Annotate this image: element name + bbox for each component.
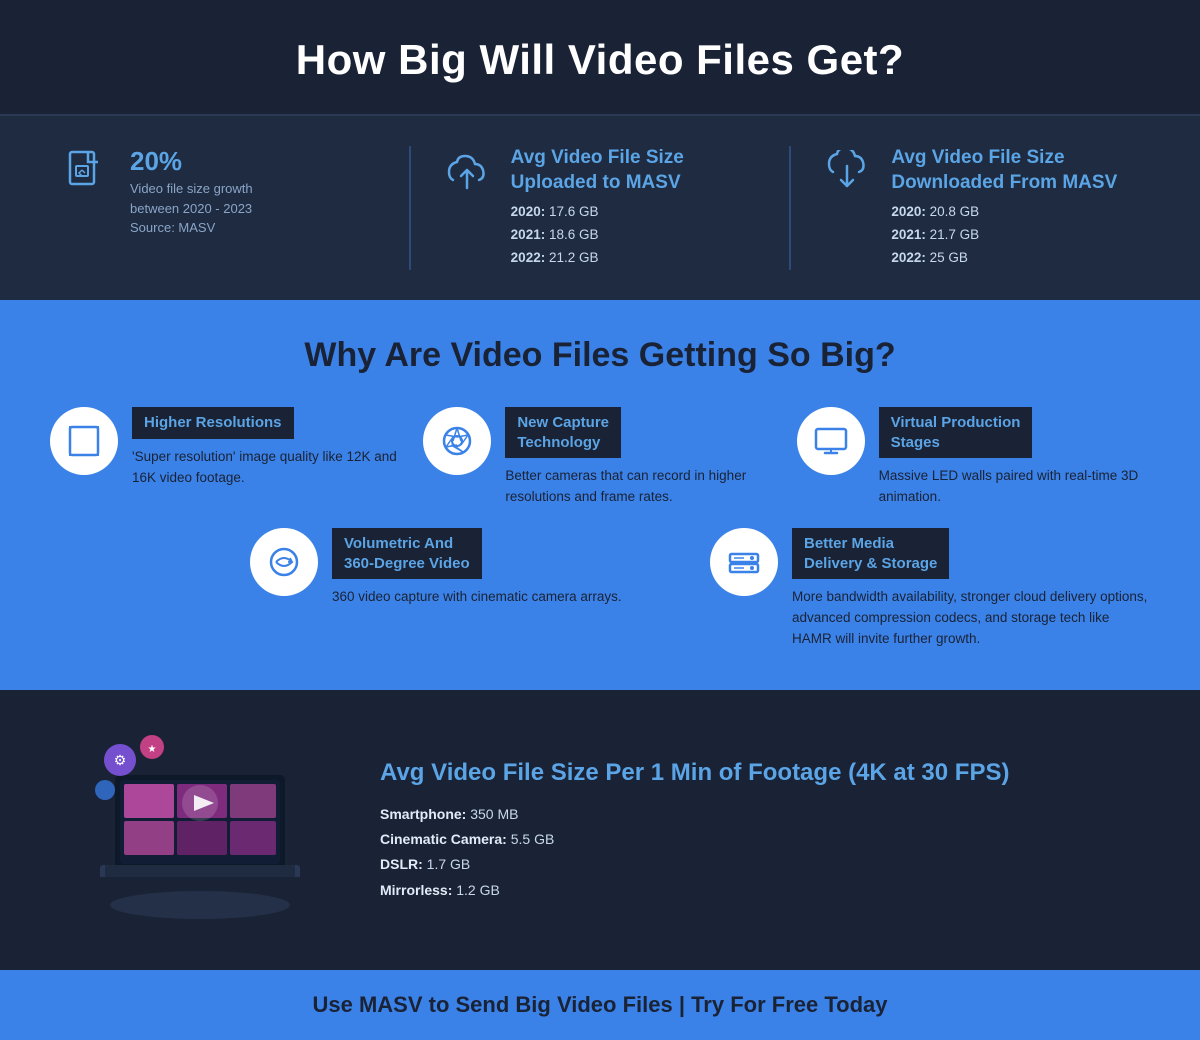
download-icon	[821, 146, 873, 198]
volumetric-icon-circle	[250, 528, 318, 596]
higher-res-badge: Higher Resolutions	[132, 407, 294, 439]
page-title: How Big Will Video Files Get?	[60, 36, 1140, 84]
uploaded-text: Avg Video File Size Uploaded to MASV 202…	[511, 146, 684, 270]
why-item-higher-res: Higher Resolutions 'Super resolution' im…	[50, 407, 403, 488]
higher-res-content: Higher Resolutions 'Super resolution' im…	[132, 407, 403, 488]
expand-icon	[66, 423, 102, 459]
volumetric-desc: 360 video capture with cinematic camera …	[332, 587, 622, 608]
bottom-row-smartphone: Smartphone: 350 MB	[380, 802, 1009, 827]
why-item-new-capture: New CaptureTechnology Better cameras tha…	[423, 407, 776, 508]
monitor-icon	[813, 423, 849, 459]
better-media-icon-circle	[710, 528, 778, 596]
bottom-text: Avg Video File Size Per 1 Min of Footage…	[380, 757, 1009, 903]
better-media-content: Better MediaDelivery & Storage More band…	[792, 528, 1150, 650]
stats-section: 20% Video file size growth between 2020 …	[0, 114, 1200, 300]
virtual-prod-icon-circle	[797, 407, 865, 475]
higher-res-desc: 'Super resolution' image quality like 12…	[132, 447, 403, 489]
new-capture-badge: New CaptureTechnology	[505, 407, 621, 458]
downloaded-rows: 2020: 20.8 GB 2021: 21.7 GB 2022: 25 GB	[891, 201, 1117, 270]
growth-text: 20% Video file size growth between 2020 …	[130, 146, 253, 238]
growth-percent: 20%	[130, 146, 253, 177]
why-item-virtual-prod: Virtual ProductionStages Massive LED wal…	[797, 407, 1150, 508]
volumetric-badge: Volumetric And360-Degree Video	[332, 528, 482, 579]
svg-text:★: ★	[148, 744, 157, 755]
downloaded-stat: Avg Video File Size Downloaded From MASV…	[791, 146, 1140, 270]
laptop-svg: ⚙ ★	[70, 735, 330, 925]
uploaded-title: Avg Video File Size Uploaded to MASV	[511, 146, 684, 195]
footer-text: Use MASV to Send Big Video Files | Try F…	[22, 992, 1178, 1018]
laptop-illustration: ⚙ ★	[60, 730, 340, 930]
new-capture-icon-circle	[423, 407, 491, 475]
footer-section: Use MASV to Send Big Video Files | Try F…	[0, 970, 1200, 1040]
aperture-icon	[439, 423, 475, 459]
why-item-volumetric: Volumetric And360-Degree Video 360 video…	[250, 528, 690, 608]
better-media-badge: Better MediaDelivery & Storage	[792, 528, 949, 579]
virtual-prod-content: Virtual ProductionStages Massive LED wal…	[879, 407, 1150, 508]
growth-stat: 20% Video file size growth between 2020 …	[60, 146, 409, 270]
new-capture-content: New CaptureTechnology Better cameras tha…	[505, 407, 776, 508]
header-section: How Big Will Video Files Get?	[0, 0, 1200, 114]
bottom-row-cinematic: Cinematic Camera: 5.5 GB	[380, 827, 1009, 852]
uploaded-stat: Avg Video File Size Uploaded to MASV 202…	[411, 146, 790, 270]
bottom-row-dslr: DSLR: 1.7 GB	[380, 852, 1009, 877]
downloaded-row-1: 2020: 20.8 GB	[891, 201, 1117, 224]
virtual-prod-desc: Massive LED walls paired with real-time …	[879, 466, 1150, 508]
downloaded-row-3: 2022: 25 GB	[891, 247, 1117, 270]
why-item-better-media: Better MediaDelivery & Storage More band…	[710, 528, 1150, 650]
uploaded-row-2: 2021: 18.6 GB	[511, 224, 684, 247]
uploaded-row-1: 2020: 17.6 GB	[511, 201, 684, 224]
better-media-desc: More bandwidth availability, stronger cl…	[792, 587, 1150, 650]
bottom-row-mirrorless: Mirrorless: 1.2 GB	[380, 878, 1009, 903]
new-capture-desc: Better cameras that can record in higher…	[505, 466, 776, 508]
growth-desc: Video file size growth between 2020 - 20…	[130, 179, 253, 238]
uploaded-rows: 2020: 17.6 GB 2021: 18.6 GB 2022: 21.2 G…	[511, 201, 684, 270]
uploaded-row-3: 2022: 21.2 GB	[511, 247, 684, 270]
volumetric-content: Volumetric And360-Degree Video 360 video…	[332, 528, 622, 608]
upload-icon	[441, 146, 493, 198]
file-icon	[60, 146, 112, 198]
why-row-1: Higher Resolutions 'Super resolution' im…	[50, 407, 1150, 508]
downloaded-text: Avg Video File Size Downloaded From MASV…	[891, 146, 1117, 270]
bottom-section: ⚙ ★ Avg Video File Size Per 1 Min of Foo…	[0, 690, 1200, 970]
bottom-title: Avg Video File Size Per 1 Min of Footage…	[380, 757, 1009, 788]
downloaded-title: Avg Video File Size Downloaded From MASV	[891, 146, 1117, 195]
svg-text:⚙: ⚙	[114, 752, 127, 768]
why-row-2: Volumetric And360-Degree Video 360 video…	[50, 528, 1150, 650]
virtual-prod-badge: Virtual ProductionStages	[879, 407, 1033, 458]
server-icon	[726, 544, 762, 580]
higher-res-icon-circle	[50, 407, 118, 475]
why-title: Why Are Video Files Getting So Big?	[50, 336, 1150, 375]
downloaded-row-2: 2021: 21.7 GB	[891, 224, 1117, 247]
360-icon	[266, 544, 302, 580]
why-section: Why Are Video Files Getting So Big? High…	[0, 300, 1200, 690]
